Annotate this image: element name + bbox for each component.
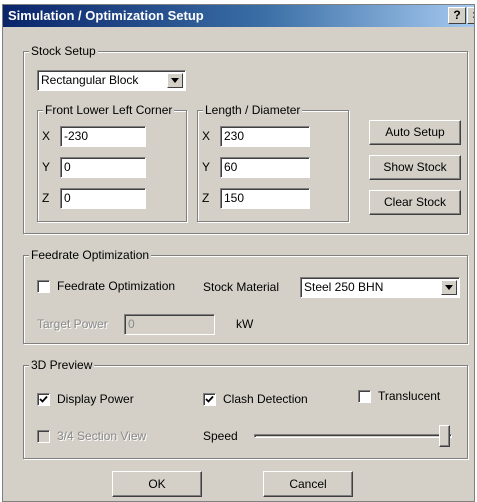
display-power-checkbox[interactable]: [37, 393, 50, 406]
translucent-label[interactable]: Translucent: [378, 389, 440, 404]
length-x-input[interactable]: 230: [220, 126, 310, 147]
title-bar[interactable]: Simulation / Optimization Setup ? ×: [3, 5, 474, 27]
close-button[interactable]: ×: [467, 7, 474, 24]
stock-setup-legend: Stock Setup: [29, 44, 98, 59]
length-x-label: X: [202, 129, 211, 143]
ok-button[interactable]: OK: [112, 471, 202, 497]
stock-material-select[interactable]: Steel 250 BHN: [300, 277, 460, 298]
simulation-setup-dialog: Simulation / Optimization Setup ? × Stoc…: [2, 4, 475, 502]
target-power-unit: kW: [236, 317, 254, 331]
speed-slider-thumb[interactable]: [439, 425, 450, 447]
length-group: Length / Diameter X 230 Y 60 Z 150: [197, 103, 349, 222]
auto-setup-button[interactable]: Auto Setup: [369, 120, 461, 145]
length-y-label: Y: [202, 160, 211, 174]
3d-preview-legend: 3D Preview: [29, 358, 95, 373]
chevron-down-icon[interactable]: [167, 73, 183, 88]
speed-slider[interactable]: [250, 422, 455, 450]
help-button[interactable]: ?: [448, 7, 466, 24]
corner-z-label: Z: [42, 191, 50, 205]
stock-type-value: Rectangular Block: [41, 73, 139, 87]
clear-stock-button[interactable]: Clear Stock: [369, 190, 461, 215]
corner-legend: Front Lower Left Corner: [43, 103, 175, 118]
section-view-label: 3/4 Section View: [57, 429, 147, 443]
stock-type-select[interactable]: Rectangular Block: [37, 70, 186, 91]
3d-preview-group: 3D Preview Display Power Clash Detection…: [23, 358, 468, 459]
stock-material-value: Steel 250 BHN: [304, 280, 384, 294]
corner-z-input[interactable]: 0: [60, 188, 146, 209]
section-view-checkbox[interactable]: [37, 430, 50, 443]
translucent-checkbox[interactable]: [358, 390, 371, 403]
stock-setup-group: Stock Setup Rectangular Block Front Lowe…: [23, 44, 468, 234]
cancel-button[interactable]: Cancel: [263, 471, 353, 497]
length-y-input[interactable]: 60: [220, 157, 310, 178]
show-stock-button[interactable]: Show Stock: [369, 155, 461, 180]
checkmark-icon: [39, 395, 48, 403]
feedrate-optimization-label[interactable]: Feedrate Optimization: [57, 279, 175, 294]
corner-x-label: X: [42, 129, 51, 143]
corner-y-label: Y: [42, 160, 51, 174]
target-power-label: Target Power: [37, 317, 108, 331]
speed-slider-track: [254, 434, 452, 438]
length-z-input[interactable]: 150: [220, 188, 310, 209]
chevron-down-icon[interactable]: [441, 280, 457, 295]
length-legend: Length / Diameter: [203, 103, 303, 118]
checkmark-icon: [205, 395, 214, 403]
target-power-input[interactable]: 0: [124, 314, 215, 335]
feedrate-group: Feedrate Optimization Feedrate Optimizat…: [23, 248, 468, 344]
feedrate-legend: Feedrate Optimization: [29, 248, 152, 263]
corner-y-input[interactable]: 0: [60, 157, 146, 178]
window-title: Simulation / Optimization Setup: [8, 8, 204, 23]
corner-x-input[interactable]: -230: [60, 126, 146, 147]
display-power-label[interactable]: Display Power: [57, 392, 134, 407]
length-z-label: Z: [202, 191, 210, 205]
speed-label: Speed: [203, 429, 238, 443]
clash-detection-label[interactable]: Clash Detection: [223, 392, 308, 407]
corner-group: Front Lower Left Corner X -230 Y 0 Z 0: [37, 103, 187, 222]
feedrate-optimization-checkbox[interactable]: [37, 280, 50, 293]
stock-material-label: Stock Material: [203, 280, 280, 294]
clash-detection-checkbox[interactable]: [203, 393, 216, 406]
